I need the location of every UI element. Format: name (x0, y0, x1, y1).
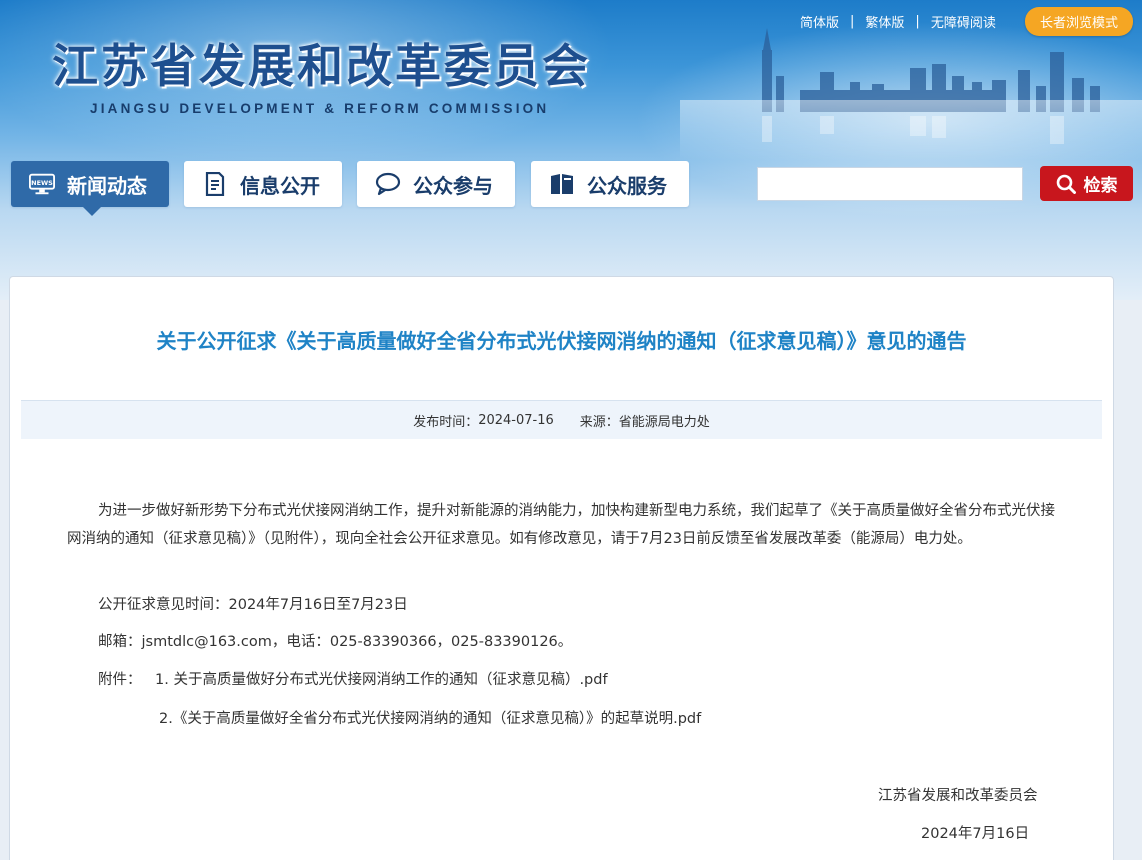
source-value: 省能源局电力处 (618, 414, 710, 430)
simplified-link[interactable]: 简体版 (800, 12, 839, 31)
svg-text:NEWS: NEWS (31, 179, 53, 187)
news-icon: NEWS (29, 172, 55, 196)
document-icon (202, 172, 228, 196)
top-links: 简体版 | 繁体版 | 无障碍阅读 (800, 12, 996, 31)
search-icon (1056, 174, 1076, 194)
chat-icon (375, 172, 401, 196)
site-subtitle: JIANGSU DEVELOPMENT & REFORM COMMISSION (90, 101, 550, 116)
search-input[interactable] (757, 167, 1023, 201)
publish-date: 2024-07-16 (478, 412, 554, 428)
separator: | (850, 13, 855, 29)
site-title: 江苏省发展和改革委员会 (52, 39, 591, 93)
signature: 江苏省发展和改革委员会 (878, 788, 1038, 804)
nav-info-disclosure[interactable]: 信息公开 (184, 161, 342, 207)
nav-label: 信息公开 (240, 173, 320, 198)
publish-label: 发布时间： (413, 414, 479, 430)
article-body: 为进一步做好新形势下分布式光伏接网消纳工作，提升对新能源的消纳能力，加快构建新型… (67, 497, 1059, 553)
contact-info: 邮箱：jsmtdlc@163.com，电话：025-83390366，025-8… (98, 634, 573, 650)
nav-public-participation[interactable]: 公众参与 (357, 161, 515, 207)
article-title: 关于公开征求《关于高质量做好全省分布式光伏接网消纳的通知（征求意见稿）》意见的通… (156, 329, 967, 353)
nav-label: 公众服务 (587, 173, 667, 198)
search-button[interactable]: 检索 (1040, 166, 1133, 201)
elder-mode-button[interactable]: 长者浏览模式 (1025, 7, 1133, 36)
nav-label: 公众参与 (413, 173, 493, 198)
traditional-link[interactable]: 繁体版 (865, 12, 904, 31)
river-reflection (680, 100, 1142, 160)
source-label: 来源： (579, 414, 619, 430)
attachments-label: 附件： (98, 672, 142, 688)
search-button-label: 检索 (1083, 176, 1118, 196)
accessibility-link[interactable]: 无障碍阅读 (931, 12, 996, 31)
nav-news[interactable]: NEWS 新闻动态 (11, 161, 169, 216)
attachment-link-1[interactable]: 1. 关于高质量做好分布式光伏接网消纳工作的通知（征求意见稿）.pdf (155, 668, 608, 689)
book-icon (549, 172, 575, 196)
article-paragraph: 为进一步做好新形势下分布式光伏接网消纳工作，提升对新能源的消纳能力，加快构建新型… (67, 503, 1055, 547)
nav-public-service[interactable]: 公众服务 (531, 161, 689, 207)
article-card: 关于公开征求《关于高质量做好全省分布式光伏接网消纳的通知（征求意见稿）》意见的通… (9, 276, 1114, 860)
separator: | (915, 13, 920, 29)
nav-label: 新闻动态 (67, 173, 147, 198)
consultation-period: 公开征求意见时间：2024年7月16日至7月23日 (98, 597, 408, 613)
attachment-link-2[interactable]: 2.《关于高质量做好全省分布式光伏接网消纳的通知（征求意见稿）》的起草说明.pd… (159, 707, 701, 728)
sign-date: 2024年7月16日 (921, 826, 1030, 842)
article-meta: 发布时间： 2024-07-16 来源： 省能源局电力处 (21, 400, 1102, 439)
